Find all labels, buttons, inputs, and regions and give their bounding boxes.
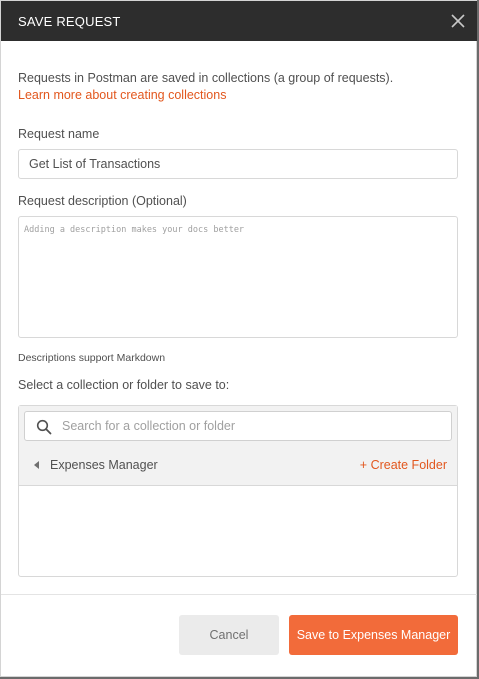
create-folder-link[interactable]: + Create Folder — [360, 458, 447, 472]
footer-divider — [1, 594, 478, 595]
collection-search-input[interactable]: Search for a collection or folder — [24, 411, 452, 441]
request-name-input[interactable]: Get List of Transactions — [18, 149, 458, 179]
current-collection-row: Expenses Manager + Create Folder — [19, 450, 457, 480]
cancel-button[interactable]: Cancel — [179, 615, 279, 655]
search-icon — [36, 419, 52, 435]
request-description-label: Request description (Optional) — [18, 194, 187, 208]
dialog-titlebar: SAVE REQUEST — [1, 1, 478, 41]
collection-picker-header: Search for a collection or folder Expens… — [19, 406, 457, 486]
request-name-value: Get List of Transactions — [29, 157, 161, 171]
close-icon[interactable] — [448, 11, 468, 31]
collection-picker: Search for a collection or folder Expens… — [18, 405, 458, 577]
request-name-label: Request name — [18, 127, 100, 141]
request-description-placeholder: Adding a description makes your docs bet… — [24, 225, 245, 235]
markdown-hint: Descriptions support Markdown — [18, 352, 166, 364]
intro-text: Requests in Postman are saved in collect… — [18, 71, 394, 85]
current-collection-name: Expenses Manager — [50, 458, 158, 472]
save-request-dialog: SAVE REQUEST Requests in Postman are sav… — [0, 0, 478, 677]
dialog-title: SAVE REQUEST — [18, 14, 121, 29]
request-description-textarea[interactable]: Adding a description makes your docs bet… — [18, 216, 458, 338]
back-caret-icon[interactable] — [34, 461, 39, 469]
learn-more-link[interactable]: Learn more about creating collections — [18, 88, 226, 102]
collection-search-placeholder: Search for a collection or folder — [62, 419, 236, 433]
collection-select-label: Select a collection or folder to save to… — [18, 378, 230, 392]
save-button[interactable]: Save to Expenses Manager — [289, 615, 458, 655]
